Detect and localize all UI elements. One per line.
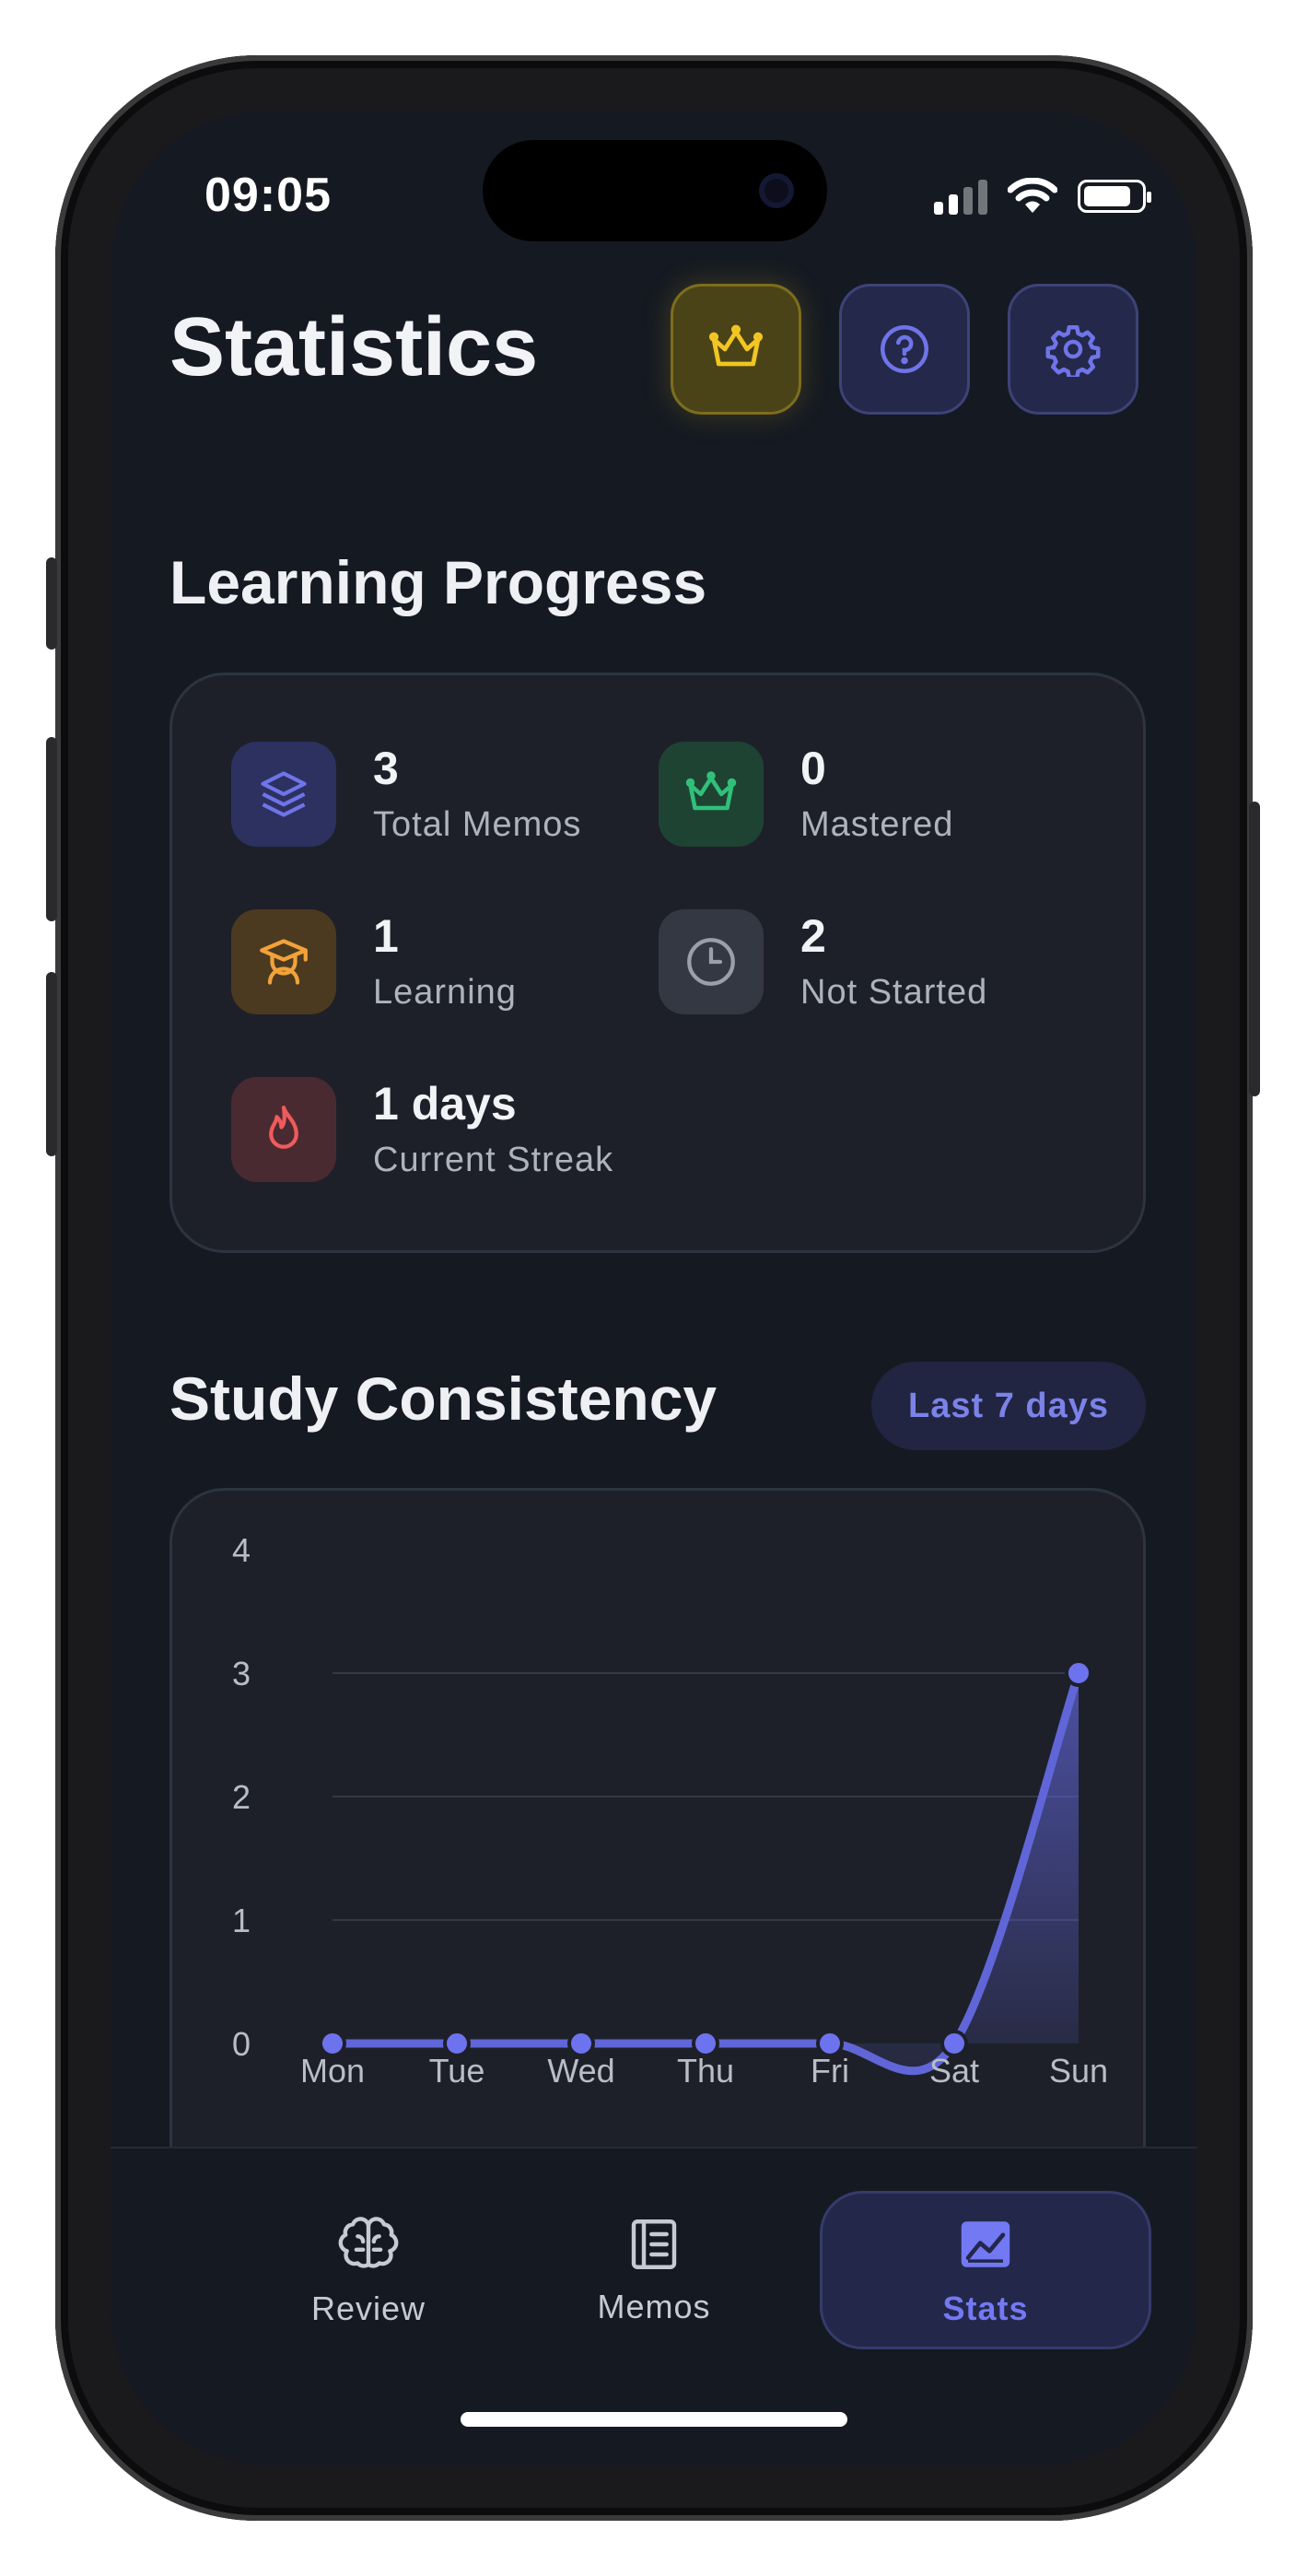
stat-total-memos: 3 Total Memos xyxy=(231,742,581,847)
y-tick-label: 3 xyxy=(232,1655,251,1692)
stat-label: Not Started xyxy=(800,973,988,1012)
wifi-icon xyxy=(1008,178,1057,213)
tab-stats[interactable]: Stats xyxy=(820,2191,1151,2349)
tab-memos[interactable]: Memos xyxy=(488,2191,820,2349)
help-button[interactable] xyxy=(839,284,970,415)
x-tick-label: Mon xyxy=(300,2052,365,2090)
stat-current-streak: 1 days Current Streak xyxy=(231,1077,613,1182)
stat-not-started: 2 Not Started xyxy=(659,909,987,1014)
power-button xyxy=(1249,802,1260,1096)
learning-progress-title: Learning Progress xyxy=(169,548,707,616)
app-screen: 09:05 Statistics Learning Progress 3 Tot… xyxy=(111,111,1197,2465)
status-icons xyxy=(934,175,1151,217)
settings-button[interactable] xyxy=(1008,284,1138,415)
chart-line xyxy=(328,1669,1083,2076)
stat-label: Current Streak xyxy=(373,1141,614,1179)
brain-icon xyxy=(338,2217,399,2268)
study-consistency-card: 0 1 2 3 4 Mon Tue Wed Thu Fri Sat Sun xyxy=(169,1488,1146,2243)
x-tick-label: Fri xyxy=(811,2052,849,2090)
x-tick-label: Sun xyxy=(1049,2052,1108,2090)
battery-icon xyxy=(1078,180,1151,213)
data-point-sun xyxy=(1065,1659,1092,1687)
learning-progress-card: 3 Total Memos 0 Mastered 1 Learning 2 No… xyxy=(169,673,1146,1253)
crown-icon xyxy=(659,742,764,847)
x-tick-label: Tue xyxy=(429,2052,485,2090)
graduation-icon xyxy=(231,909,336,1014)
crown-icon xyxy=(708,324,764,367)
stat-label: Total Memos xyxy=(373,805,582,844)
x-tick-label: Wed xyxy=(547,2052,614,2090)
stat-label: Mastered xyxy=(800,805,954,844)
tab-label: Review xyxy=(310,2289,426,2327)
chart-image-icon xyxy=(961,2221,1010,2267)
x-tick-label: Sat xyxy=(929,2052,979,2090)
layers-icon xyxy=(231,742,336,847)
tab-review[interactable]: Review xyxy=(203,2191,534,2349)
tab-label: Memos xyxy=(597,2288,711,2325)
stat-value: 1 days xyxy=(373,1078,517,1130)
y-tick-label: 0 xyxy=(232,2025,251,2063)
action-button xyxy=(46,557,57,650)
stat-value: 2 xyxy=(800,910,826,962)
camera-icon xyxy=(759,173,794,208)
stat-label: Learning xyxy=(373,973,517,1012)
premium-button[interactable] xyxy=(671,284,801,415)
help-icon xyxy=(881,325,928,373)
gear-icon xyxy=(1045,325,1101,377)
stat-learning: 1 Learning xyxy=(231,909,517,1014)
stat-value: 1 xyxy=(373,910,399,962)
dynamic-island xyxy=(483,140,827,241)
y-tick-label: 2 xyxy=(232,1778,251,1816)
volume-down-button xyxy=(46,972,57,1156)
stat-value: 0 xyxy=(800,743,826,794)
y-tick-label: 1 xyxy=(232,1902,251,1939)
clock-icon xyxy=(659,909,764,1014)
volume-up-button xyxy=(46,737,57,921)
status-time: 09:05 xyxy=(204,169,332,222)
home-indicator xyxy=(461,2412,847,2427)
page-title: Statistics xyxy=(169,301,539,393)
flame-icon xyxy=(231,1077,336,1182)
tab-bar: Review Memos Stats xyxy=(111,2147,1197,2465)
tab-label: Stats xyxy=(942,2289,1029,2327)
stat-value: 3 xyxy=(373,743,399,794)
date-range-selector[interactable]: Last 7 days xyxy=(871,1362,1146,1450)
study-consistency-chart: 0 1 2 3 4 Mon Tue Wed Thu Fri Sat Sun xyxy=(232,1531,1108,2090)
signal-icon xyxy=(934,178,987,215)
notebook-icon xyxy=(631,2219,677,2269)
study-consistency-title: Study Consistency xyxy=(169,1364,718,1433)
x-tick-label: Thu xyxy=(677,2052,734,2090)
stat-mastered: 0 Mastered xyxy=(659,742,953,847)
y-tick-label: 4 xyxy=(232,1531,251,1569)
